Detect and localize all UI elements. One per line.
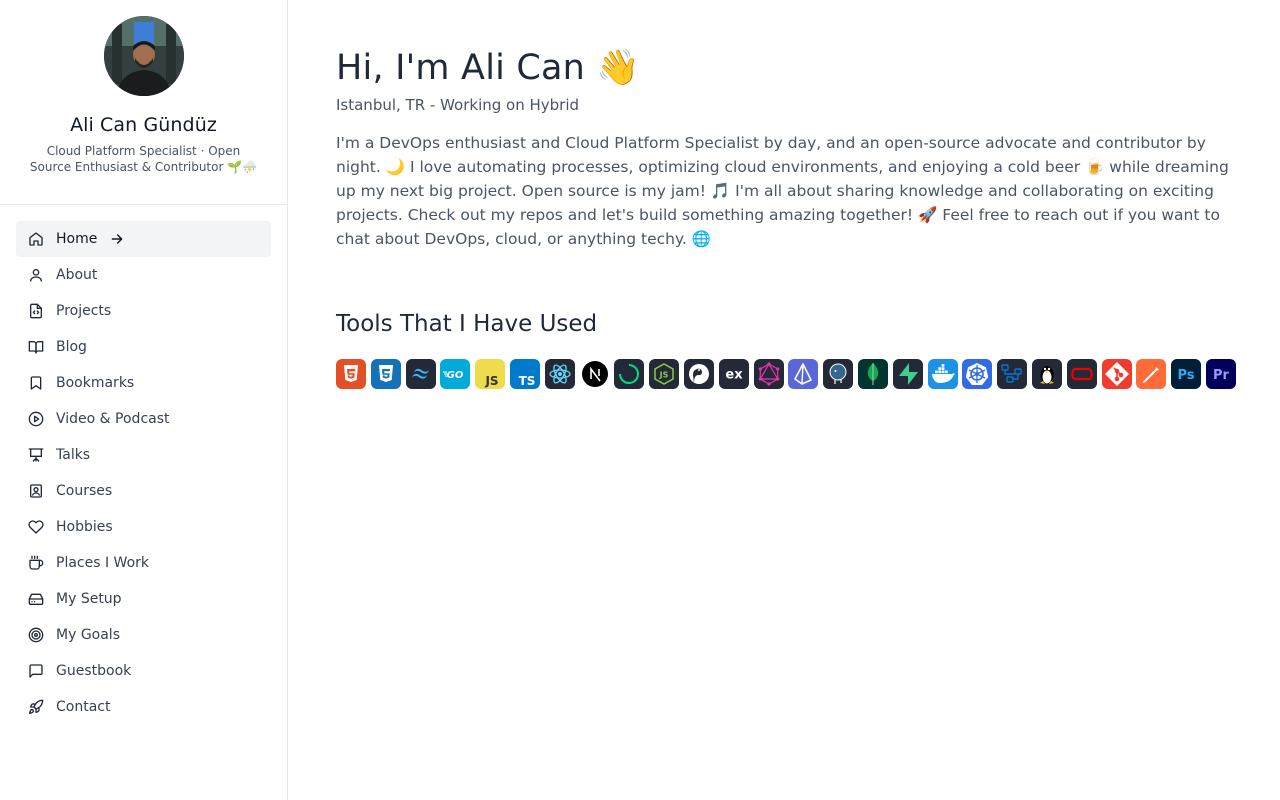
tools-list: GO JS TS JS ex Ps Pr [336, 359, 1236, 389]
profile-name: Ali Can Gündüz [70, 114, 217, 136]
svg-text:Pr: Pr [1213, 368, 1230, 383]
intro-paragraph: I'm a DevOps enthusiast and Cloud Platfo… [336, 134, 1229, 248]
sidebar-item-label: Guestbook [56, 663, 132, 679]
arrow-right-icon [109, 231, 125, 247]
sidebar-item-label: Places I Work [56, 555, 149, 571]
user-icon [28, 267, 44, 283]
presentation-icon [28, 447, 44, 463]
typescript-icon: TS [509, 359, 540, 389]
svg-text:TS: TS [519, 374, 536, 388]
sidebar-item-bookmarks[interactable]: Bookmarks [16, 365, 271, 401]
svg-text:ex: ex [725, 368, 743, 383]
postgresql-icon [823, 359, 854, 389]
sidebar-item-my-setup[interactable]: My Setup [16, 581, 271, 617]
nuxt-icon [614, 359, 645, 389]
sidebar-item-hobbies[interactable]: Hobbies [16, 509, 271, 545]
sidebar-item-label: My Setup [56, 591, 122, 607]
linux-icon [1031, 359, 1062, 389]
message-square-icon [28, 663, 44, 679]
photoshop-icon: Ps [1171, 359, 1202, 389]
sidebar-item-label: Courses [56, 483, 113, 499]
sidebar-item-label: Talks [56, 447, 91, 463]
sidebar-item-guestbook[interactable]: Guestbook [16, 653, 271, 689]
sidebar-item-label: Contact [56, 699, 111, 715]
javascript-icon: JS [475, 359, 506, 389]
sidebar-item-projects[interactable]: Projects [16, 293, 271, 329]
sidebar-item-label: Home [56, 231, 98, 247]
express-icon: ex [718, 359, 749, 389]
coffee-icon [28, 555, 44, 571]
sidebar-item-home[interactable]: Home [16, 221, 271, 257]
docker-icon [927, 359, 958, 389]
go-icon: GO [440, 359, 471, 389]
file-code-icon [28, 303, 44, 319]
page-title: Hi, I'm Ali Can 👋 [336, 48, 641, 88]
sidebar-item-label: Video & Podcast [56, 411, 170, 427]
sidebar-item-places-i-work[interactable]: Places I Work [16, 545, 271, 581]
bookmark-icon [28, 375, 44, 391]
profile-card: Ali Can Gündüz Cloud Platform Specialist… [0, 0, 287, 205]
book-open-icon [28, 339, 44, 355]
rocket-icon [28, 699, 44, 715]
main-content: Hi, I'm Ali Can 👋 Istanbul, TR - Working… [336, 44, 1236, 389]
sidebar-item-about[interactable]: About [16, 257, 271, 293]
sidebar-item-label: Bookmarks [56, 375, 135, 391]
location-text: Istanbul, TR - Working on Hybrid [336, 96, 580, 114]
svg-text:JS: JS [485, 374, 499, 388]
sidebar-item-courses[interactable]: Courses [16, 473, 271, 509]
home-icon [28, 231, 44, 247]
avatar[interactable] [103, 16, 184, 96]
git-icon [1101, 359, 1132, 389]
nodejs-icon: JS [649, 359, 680, 389]
svg-text:GO: GO [447, 370, 464, 381]
sidebar-item-blog[interactable]: Blog [16, 329, 271, 365]
react-icon [544, 359, 575, 389]
sidebar-item-contact[interactable]: Contact [16, 689, 271, 725]
sidebar-item-talks[interactable]: Talks [16, 437, 271, 473]
sidebar-nav: Home About Projects Blog Bookmarks Video… [0, 205, 287, 741]
sidebar-item-label: Hobbies [56, 519, 113, 535]
target-icon [28, 627, 44, 643]
supabase-icon [892, 359, 923, 389]
sidebar-item-video-podcast[interactable]: Video & Podcast [16, 401, 271, 437]
postman-icon [1136, 359, 1167, 389]
prisma-icon [788, 359, 819, 389]
html5-icon [336, 359, 366, 389]
kubernetes-icon [962, 359, 993, 389]
css3-icon [370, 359, 401, 389]
mongodb-icon [857, 359, 888, 389]
play-circle-icon [28, 411, 44, 427]
svg-text:Ps: Ps [1178, 368, 1195, 383]
heart-icon [28, 519, 44, 535]
azure-devops-icon [997, 359, 1028, 389]
deno-icon [683, 359, 714, 389]
nextjs-icon [579, 359, 610, 389]
openshift-icon [1066, 359, 1097, 389]
svg-text:JS: JS [659, 371, 669, 380]
hard-drive-icon [28, 591, 44, 607]
tailwind-icon [405, 359, 436, 389]
profile-bio: Cloud Platform Specialist · Open Source … [29, 144, 258, 174]
sidebar-item-label: Blog [56, 339, 87, 355]
sidebar-item-label: My Goals [56, 627, 120, 643]
sidebar: Ali Can Gündüz Cloud Platform Specialist… [0, 0, 288, 800]
contact-icon [28, 483, 44, 499]
tools-heading: Tools That I Have Used [336, 311, 598, 337]
graphql-icon [753, 359, 784, 389]
sidebar-item-label: Projects [56, 303, 112, 319]
sidebar-item-my-goals[interactable]: My Goals [16, 617, 271, 653]
sidebar-item-label: About [56, 267, 98, 283]
premiere-icon: Pr [1205, 359, 1236, 389]
